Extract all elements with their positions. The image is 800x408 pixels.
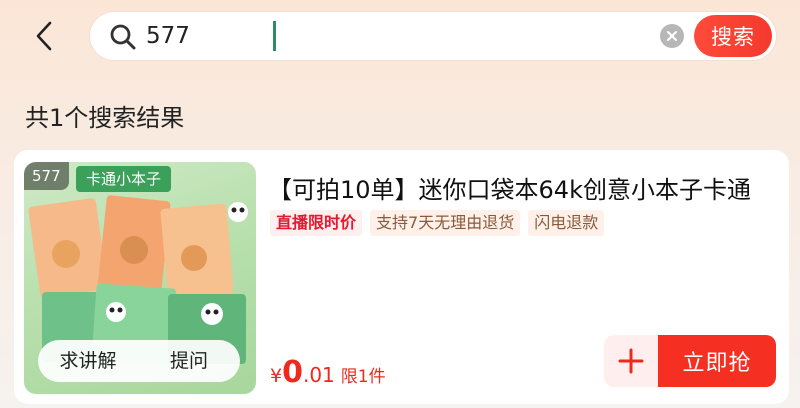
plus-icon <box>618 348 644 374</box>
buy-now-button[interactable]: 立即抢 <box>658 335 776 387</box>
clear-search-button[interactable] <box>660 24 684 48</box>
add-to-cart-button[interactable] <box>604 335 658 387</box>
product-title[interactable]: 【可拍10单】迷你口袋本64k创意小本子卡通 <box>268 170 768 205</box>
search-icon <box>110 24 136 50</box>
price: ¥ 0 .01 限1件 <box>270 355 386 390</box>
thumbnail-badge: 577 <box>24 162 69 190</box>
price-decimal: .01 <box>302 363 335 387</box>
thumbnail-banner: 卡通小本子 <box>76 166 172 192</box>
price-integer: 0 <box>282 355 303 390</box>
search-input[interactable] <box>146 18 646 54</box>
purchase-limit: 限1件 <box>340 367 386 387</box>
close-circle-icon <box>667 31 677 41</box>
price-symbol: ¥ <box>270 365 283 387</box>
top-bar: 搜索 <box>0 0 800 78</box>
search-box[interactable]: 搜索 <box>90 12 776 60</box>
search-button[interactable]: 搜索 <box>694 15 772 57</box>
tag-return-policy: 支持7天无理由退货 <box>370 210 521 236</box>
product-thumbnail[interactable]: 577 卡通小本子 求讲解 提问 <box>24 162 256 394</box>
product-tags: 直播限时价 支持7天无理由退货 闪电退款 <box>270 210 605 236</box>
chevron-left-icon <box>36 21 52 51</box>
live-actions-pill: 求讲解 提问 <box>38 340 240 382</box>
tag-live-price: 直播限时价 <box>270 210 363 236</box>
tag-fast-refund: 闪电退款 <box>528 210 605 236</box>
text-caret <box>273 21 276 51</box>
ask-question-button[interactable]: 提问 <box>138 340 240 382</box>
product-card[interactable]: 577 卡通小本子 求讲解 提问 【可拍10单】迷你口袋本64k创意小本子卡通 … <box>14 150 789 404</box>
back-button[interactable] <box>22 14 66 58</box>
result-count: 共1个搜索结果 <box>25 104 185 132</box>
request-explain-button[interactable]: 求讲解 <box>38 340 138 382</box>
